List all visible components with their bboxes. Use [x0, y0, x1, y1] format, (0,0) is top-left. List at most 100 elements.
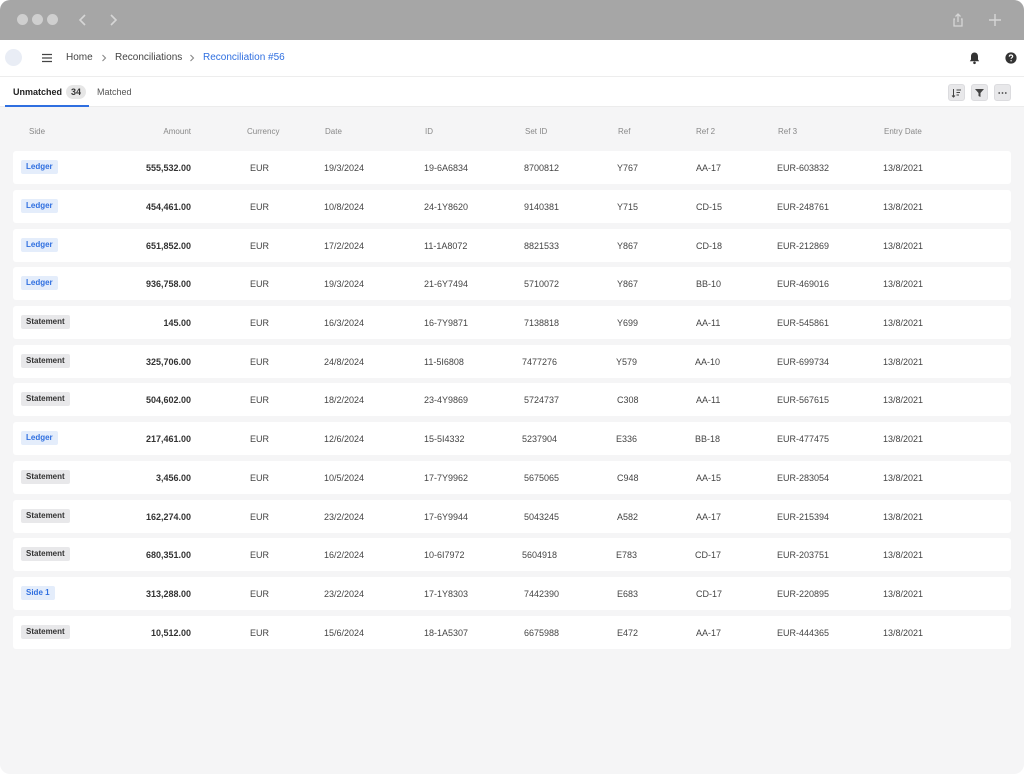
- currency-cell: EUR: [250, 279, 270, 289]
- column-header-id[interactable]: ID: [425, 127, 433, 136]
- column-header-ref-2[interactable]: Ref 2: [696, 127, 715, 136]
- ref-cell: C948: [617, 473, 639, 483]
- ref3-cell: EUR-220895: [777, 589, 830, 599]
- ref3-cell: EUR-283054: [777, 473, 830, 483]
- sort-button[interactable]: [948, 84, 965, 101]
- date-cell: 23/2/2024: [324, 589, 365, 599]
- date-cell: 18/2/2024: [324, 395, 365, 405]
- entry-date-cell: 13/8/2021: [883, 628, 924, 638]
- entry-date-cell: 13/8/2021: [883, 279, 924, 289]
- set-id-cell: 5043245: [524, 512, 560, 522]
- column-header-set-id[interactable]: Set ID: [525, 127, 547, 136]
- currency-cell: EUR: [250, 589, 270, 599]
- ref-cell: A582: [617, 512, 639, 522]
- filter-button[interactable]: [971, 84, 988, 101]
- sort-icon: [951, 89, 961, 98]
- column-header-date[interactable]: Date: [325, 127, 342, 136]
- bell-icon[interactable]: [968, 51, 981, 65]
- more-options-button[interactable]: [994, 84, 1011, 101]
- column-header-side[interactable]: Side: [29, 127, 45, 136]
- ref2-cell: CD-17: [695, 550, 722, 560]
- date-cell: 10/8/2024: [324, 202, 365, 212]
- table-row[interactable]: Statement 680,351.00 EUR 16/2/2024 10-6I…: [13, 538, 1011, 571]
- table-row[interactable]: Ledger 555,532.00 EUR 19/3/2024 19-6A683…: [13, 151, 1011, 184]
- ref3-cell: EUR-477475: [777, 434, 830, 444]
- set-id-cell: 6675988: [524, 628, 560, 638]
- column-header-entry-date[interactable]: Entry Date: [884, 127, 922, 136]
- table-row[interactable]: Statement 325,706.00 EUR 24/8/2024 11-5I…: [13, 345, 1011, 378]
- entry-date-cell: 13/8/2021: [883, 241, 924, 251]
- amount-cell: 680,351.00: [145, 550, 191, 560]
- back-arrow-icon[interactable]: [73, 10, 93, 30]
- side-badge: Ledger: [21, 431, 58, 445]
- ref2-cell: AA-15: [696, 473, 722, 483]
- ref2-cell: AA-17: [696, 163, 722, 173]
- set-id-cell: 7477276: [522, 357, 558, 367]
- column-header-amount[interactable]: Amount: [71, 127, 191, 136]
- set-id-cell: 8821533: [524, 241, 560, 251]
- hamburger-menu-icon[interactable]: [40, 51, 54, 65]
- table-row[interactable]: Side 1 313,288.00 EUR 23/2/2024 17-1Y830…: [13, 577, 1011, 610]
- side-badge: Statement: [21, 315, 70, 329]
- maximize-window-button[interactable]: [47, 14, 58, 25]
- breadcrumb-reconciliations[interactable]: Reconciliations: [115, 51, 182, 65]
- ref-cell: Y767: [617, 163, 639, 173]
- title-bar: [0, 0, 1024, 40]
- date-cell: 10/5/2024: [324, 473, 365, 483]
- avatar[interactable]: [5, 49, 22, 66]
- entry-date-cell: 13/8/2021: [883, 589, 924, 599]
- new-tab-plus-icon[interactable]: [985, 10, 1005, 30]
- amount-cell: 555,532.00: [145, 163, 191, 173]
- set-id-cell: 5675065: [524, 473, 560, 483]
- ref2-cell: AA-17: [696, 628, 722, 638]
- table-row[interactable]: Ledger 936,758.00 EUR 19/3/2024 21-6Y749…: [13, 267, 1011, 300]
- table-row[interactable]: Ledger 651,852.00 EUR 17/2/2024 11-1A807…: [13, 229, 1011, 262]
- column-header-ref[interactable]: Ref: [618, 127, 630, 136]
- date-cell: 23/2/2024: [324, 512, 365, 522]
- ref3-cell: EUR-567615: [777, 395, 830, 405]
- currency-cell: EUR: [250, 241, 270, 251]
- share-icon[interactable]: [948, 10, 968, 30]
- date-cell: 19/3/2024: [324, 279, 365, 289]
- id-cell: 17-6Y9944: [424, 512, 469, 522]
- ref3-cell: EUR-699734: [777, 357, 830, 367]
- minimize-window-button[interactable]: [32, 14, 43, 25]
- breadcrumb-home[interactable]: Home: [66, 51, 93, 65]
- date-cell: 15/6/2024: [324, 628, 365, 638]
- table-row[interactable]: Statement 10,512.00 EUR 15/6/2024 18-1A5…: [13, 616, 1011, 649]
- entry-date-cell: 13/8/2021: [883, 163, 924, 173]
- set-id-cell: 7138818: [524, 318, 560, 328]
- amount-cell: 145.00: [163, 318, 191, 328]
- entry-date-cell: 13/8/2021: [883, 512, 924, 522]
- table-row[interactable]: Statement 504,602.00 EUR 18/2/2024 23-4Y…: [13, 383, 1011, 416]
- ref2-cell: AA-11: [696, 395, 721, 405]
- ref2-cell: BB-10: [696, 279, 722, 289]
- currency-cell: EUR: [250, 473, 270, 483]
- tab-unmatched[interactable]: Unmatched 34: [5, 77, 89, 107]
- id-cell: 16-7Y9871: [424, 318, 469, 328]
- ref3-cell: EUR-248761: [777, 202, 830, 212]
- chevron-right-icon: [190, 54, 195, 62]
- amount-cell: 936,758.00: [145, 279, 191, 289]
- table-row[interactable]: Statement 162,274.00 EUR 23/2/2024 17-6Y…: [13, 500, 1011, 533]
- table-row[interactable]: Statement 3,456.00 EUR 10/5/2024 17-7Y99…: [13, 461, 1011, 494]
- ref2-cell: CD-18: [696, 241, 723, 251]
- amount-cell: 504,602.00: [145, 395, 191, 405]
- date-cell: 17/2/2024: [324, 241, 365, 251]
- forward-arrow-icon[interactable]: [103, 10, 123, 30]
- tab-matched[interactable]: Matched: [97, 77, 132, 107]
- entry-date-cell: 13/8/2021: [883, 357, 924, 367]
- table-row[interactable]: Ledger 217,461.00 EUR 12/6/2024 15-5I433…: [13, 422, 1011, 455]
- amount-cell: 162,274.00: [145, 512, 191, 522]
- close-window-button[interactable]: [17, 14, 28, 25]
- side-badge: Statement: [21, 509, 70, 523]
- table-row[interactable]: Statement 145.00 EUR 16/3/2024 16-7Y9871…: [13, 306, 1011, 339]
- column-header-ref-3[interactable]: Ref 3: [778, 127, 797, 136]
- help-icon[interactable]: [1004, 51, 1018, 65]
- entry-date-cell: 13/8/2021: [883, 202, 924, 212]
- amount-cell: 325,706.00: [145, 357, 191, 367]
- chevron-right-icon: [102, 54, 107, 62]
- table-row[interactable]: Ledger 454,461.00 EUR 10/8/2024 24-1Y862…: [13, 190, 1011, 223]
- ref-cell: Y867: [617, 241, 639, 251]
- column-header-currency[interactable]: Currency: [247, 127, 279, 136]
